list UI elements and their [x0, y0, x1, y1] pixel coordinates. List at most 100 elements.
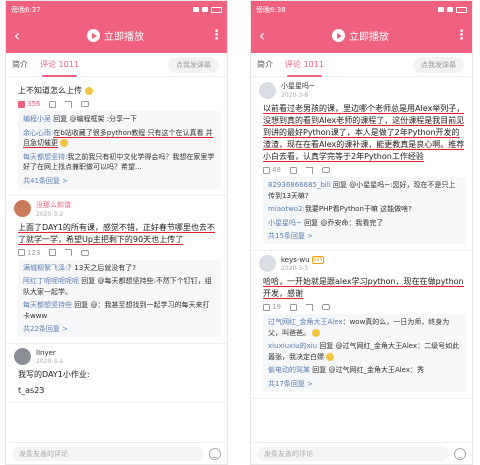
comment-input-bar: 发条友善的评论: [6, 442, 227, 464]
like-button[interactable]: 356: [18, 100, 40, 108]
reply-item: 偷电动的驾某 回复 @过气网红_金角大王Alex：秀: [268, 366, 425, 374]
comment-item: keys-wu LV5 2020-3-5 哈哈，一开始就是跟alex学习pytho…: [251, 251, 472, 399]
reply-user[interactable]: miaotwo2:: [268, 205, 305, 213]
thumb-up-icon: [18, 249, 25, 256]
danmu-input[interactable]: 点我发弹幕: [168, 57, 219, 73]
emoji-icon: [326, 352, 335, 361]
avatar[interactable]: [14, 348, 31, 365]
comment-date: 2020-3-2: [36, 210, 64, 218]
reply-user[interactable]: 过气网红_金角大王Alex: [268, 318, 343, 326]
reply-block: 82936866685_bili 回复 @小星星吗~:您好，现在不是只上传到13…: [263, 177, 466, 244]
more-replies-link[interactable]: 共41条回复 >: [23, 176, 216, 186]
like-button[interactable]: 123: [18, 249, 40, 257]
share-button[interactable]: [305, 303, 313, 311]
tab-intro[interactable]: 简介: [251, 53, 279, 77]
avatar[interactable]: [259, 81, 276, 99]
reply-user[interactable]: 每天都想坚持:: [23, 153, 67, 161]
comment-text: 哈哈，一开始就是跟alex学习python，现在在做python开发，感谢: [263, 277, 464, 299]
more-icon[interactable]: ⋮: [455, 18, 468, 53]
emoji-button-icon[interactable]: [209, 447, 221, 460]
more-replies-link[interactable]: 共15条回复 >: [268, 231, 461, 241]
back-arrow-icon[interactable]: ‹: [6, 18, 28, 53]
dislike-button[interactable]: [49, 249, 57, 256]
reply-button[interactable]: [321, 304, 330, 310]
tab-comments[interactable]: 评论 1011: [279, 53, 330, 77]
reply-user[interactable]: 偷电动的驾某: [268, 366, 310, 374]
share-icon: [305, 166, 313, 174]
emoji-icon: [84, 86, 93, 95]
thumb-up-icon: [263, 303, 270, 311]
back-arrow-icon[interactable]: ‹: [251, 18, 273, 53]
tab-comments[interactable]: 评论 1011: [34, 53, 85, 77]
reply-user[interactable]: 编程小吴: [23, 115, 51, 123]
comment-user[interactable]: 没那么和谐: [36, 200, 71, 210]
danmu-input[interactable]: 点我发弹幕: [413, 57, 464, 73]
reply-user[interactable]: 小星星吗~: [268, 219, 302, 227]
share-button[interactable]: [65, 100, 73, 108]
reply-item: 余心心雨:在b站收藏了很多python教程 只有这个在认真看 并且急切催更: [23, 128, 213, 148]
comment-date: 2020-3-2: [36, 357, 64, 365]
comment-actions: 356: [18, 100, 221, 108]
avatar[interactable]: [14, 200, 31, 217]
share-button[interactable]: [65, 249, 73, 256]
more-replies-link[interactable]: 共22条回复 >: [23, 324, 216, 334]
reply-item: 每天都想坚持:我之前我只有初中文化学得会吗？我想在家里学好了在网上找点兼职做可以…: [23, 152, 215, 172]
status-icons: [438, 6, 467, 13]
comment-user[interactable]: lInyer: [36, 349, 63, 357]
dislike-button[interactable]: [49, 100, 57, 108]
thumb-down-icon: [289, 166, 297, 174]
reply-item: 每天都想坚持些 回复 @：我甚至想找到一起学习的每天来打卡www: [23, 301, 210, 320]
reply-button[interactable]: [321, 167, 330, 173]
tab-bar: 简介 评论 1011 点我发弹幕: [6, 53, 227, 77]
reply-button[interactable]: [81, 249, 90, 256]
share-button[interactable]: [305, 166, 313, 174]
reply-icon: [81, 101, 90, 107]
reply-user[interactable]: 每天都想坚持些: [23, 301, 72, 309]
reply-icon: [321, 304, 330, 310]
play-now-label: 立即播放: [104, 32, 144, 43]
reply-user[interactable]: 82936866685_bili: [268, 181, 331, 189]
dislike-button[interactable]: [289, 303, 297, 311]
reply-item: 满城柳絮飞泽:？13天之后就没有了?: [23, 263, 136, 272]
comment-text: 我写的DAY1小作业:: [18, 370, 90, 379]
tab-intro[interactable]: 简介: [6, 53, 34, 77]
reply-user[interactable]: 余心心雨:: [23, 129, 53, 137]
play-icon: [87, 29, 100, 42]
reply-item: 编程小吴 回复 @编程框架 :分享一下: [23, 115, 138, 123]
like-button[interactable]: 19: [263, 303, 281, 311]
reply-user[interactable]: 满城柳絮飞泽:: [23, 264, 67, 272]
reply-user[interactable]: 阿红丁呢呢呢呢呢: [23, 277, 79, 285]
comment-user: keys-wu LV5: [281, 255, 325, 264]
left-phone-screen: 傍晚6:37 ‹ 立即播放 ⋮ 简介 评论 1011 点我发弹幕 上不知道怎么上…: [5, 0, 228, 465]
emoji-button-icon[interactable]: [454, 447, 466, 460]
play-now-label: 立即播放: [349, 32, 389, 43]
avatar[interactable]: [259, 255, 276, 272]
reply-user[interactable]: xiuxiuxiu的xiu: [268, 342, 317, 350]
more-replies-link[interactable]: 共17条回复 >: [268, 379, 461, 389]
play-now-button[interactable]: 立即播放: [273, 28, 472, 43]
comment-actions: 48: [263, 166, 466, 174]
reply-icon: [321, 167, 330, 173]
play-now-button[interactable]: 立即播放: [28, 28, 227, 43]
comment-date: 2020-3-5: [281, 264, 309, 272]
thumb-down-icon: [289, 303, 297, 311]
comment-user[interactable]: 小星星吗~: [281, 81, 315, 91]
comment-text: 上不知道怎么上传: [18, 86, 82, 95]
reply-item: 过气网红_金角大王Alex：wow真的么，一日为师，终身为父，叫爸爸。: [268, 318, 450, 337]
reply-button[interactable]: [81, 101, 90, 107]
title-bar: ‹ 立即播放 ⋮: [6, 18, 227, 53]
comment-input[interactable]: 发条友善的评论: [257, 446, 449, 461]
comment-text-2: t_as23: [18, 386, 45, 395]
like-button[interactable]: 48: [263, 166, 281, 174]
comment-date: 2020-3-8: [281, 92, 309, 99]
reply-item: 小星星吗~ 回复 @乔安命：我看完了: [268, 218, 384, 227]
dislike-button[interactable]: [289, 166, 297, 174]
comment-input[interactable]: 发条友善的评论: [12, 446, 204, 461]
app-icon: [447, 7, 453, 12]
notification-icon: [438, 7, 444, 12]
more-icon[interactable]: ⋮: [210, 18, 223, 53]
battery-icon: [211, 6, 222, 13]
status-icons: [193, 6, 222, 13]
comment-item: 上不知道怎么上传 356 编程小吴 回复 @编程框架 :分享一下 余心心雨:在b…: [6, 77, 227, 196]
comment-text: 以前看过老男孩的课，里边哪个老师总是用Alex举列子，没想到真的看到Alex老师…: [263, 104, 465, 162]
